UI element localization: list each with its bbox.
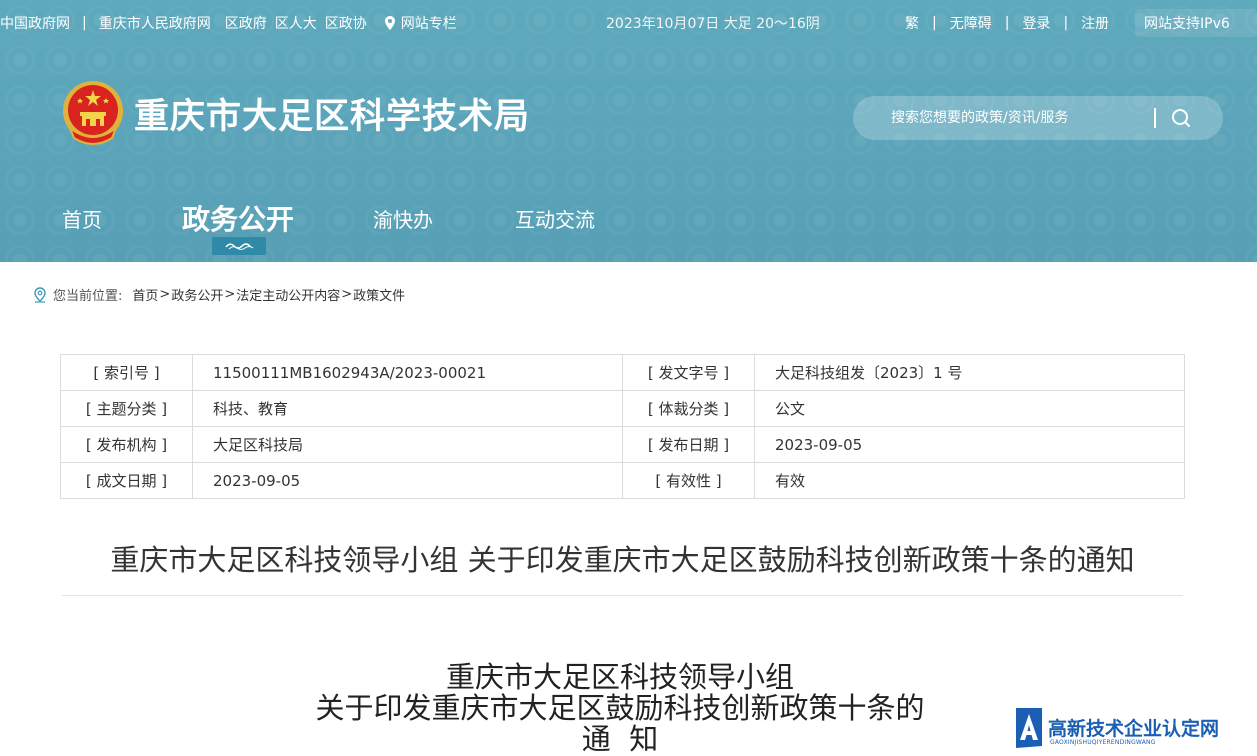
nav-item-government-affairs[interactable]: 政务公开 [182,198,294,238]
separator: | [1004,15,1010,31]
breadcrumb-label: 您当前位置: [53,289,123,304]
info-value: 科技、教育 [192,390,623,427]
document-title: 重庆市大足区科技领导小组 关于印发重庆市大足区鼓励科技创新政策十条的通知 [110,543,1135,577]
special-column-label: 网站专栏 [400,16,457,32]
info-value: 大足区科技局 [192,426,623,463]
table-row: [ 发布机构 ] 大足区科技局 [ 发布日期 ] 2023-09-05 [60,426,1185,463]
info-value: 大足科技组发〔2023〕1 号 [754,354,1185,391]
main-nav: 首页 政务公开 渝快办 互动交流 [0,196,1257,262]
info-key: [ 主题分类 ] [60,390,193,427]
breadcrumb-government-affairs[interactable]: 政务公开 [171,285,223,304]
wave-icon [225,243,254,250]
watermark: 高新技术企业认定网 GAOXINJISHUQIYERENDINGWANG [1010,702,1257,754]
traditional-chinese-link[interactable]: 繁 [905,13,919,33]
body-title-line-3: 通 知 [581,722,659,756]
nav-item-yukuaiban[interactable]: 渝快办 [373,204,433,233]
info-key: [ 有效性 ] [622,462,755,499]
ipv6-badge: 网站支持IPv6 [1135,9,1257,37]
breadcrumb-separator: > [341,287,353,302]
location-pin-icon [384,16,395,30]
breadcrumb-home[interactable]: 首页 [132,285,158,304]
search-box [853,96,1223,140]
breadcrumb-separator: > [224,287,236,302]
search-divider [1154,108,1156,128]
body-title-line-2: 关于印发重庆市大足区鼓励科技创新政策十条的 [315,691,925,725]
table-row: [ 成文日期 ] 2023-09-05 [ 有效性 ] 有效 [60,462,1185,499]
info-value: 2023-09-05 [192,462,623,499]
separator: | [82,15,87,31]
info-value: 11500111MB1602943A/2023-00021 [192,354,623,391]
link-district-congress[interactable]: 区人大 [275,13,317,33]
breadcrumb-statutory-disclosure[interactable]: 法定主动公开内容 [236,285,340,304]
info-key: [ 成文日期 ] [60,462,193,499]
watermark-subtext: GAOXINJISHUQIYERENDINGWANG [1050,739,1156,746]
document-info-table: [ 索引号 ] 11500111MB1602943A/2023-00021 [ … [60,354,1185,499]
title-divider [62,595,1183,596]
search-icon[interactable] [1169,106,1193,130]
breadcrumb-separator: > [159,287,171,302]
info-value: 2023-09-05 [754,426,1185,463]
info-key: [ 索引号 ] [60,354,193,391]
info-value: 公文 [754,390,1185,427]
info-key: [ 发布日期 ] [622,426,755,463]
info-value: 有效 [754,462,1185,499]
breadcrumb-policy-documents[interactable]: 政策文件 [353,285,405,304]
date-weather: 2023年10月07日 大足 20～16阴 [606,16,820,32]
nav-item-interaction[interactable]: 互动交流 [515,204,595,233]
breadcrumb: 您当前位置: 首页 > 政务公开 > 法定主动公开内容 > 政策文件 [33,285,405,304]
info-key: [ 体裁分类 ] [622,390,755,427]
info-key: [ 发布机构 ] [60,426,193,463]
top-right-links: 繁 | 无障碍 | 登录 | 注册 [905,13,1109,33]
register-link[interactable]: 注册 [1081,13,1109,33]
info-key: [ 发文字号 ] [622,354,755,391]
login-link[interactable]: 登录 [1022,13,1050,33]
nav-active-indicator [212,237,266,255]
link-cq-gov[interactable]: 重庆市人民政府网 [99,13,211,33]
site-header: 中国政府网 | 重庆市人民政府网 区政府 区人大 区政协 网站专栏 2023年1… [0,0,1257,262]
accessibility-link[interactable]: 无障碍 [950,13,992,33]
national-emblem-icon [63,81,123,145]
link-district-gov[interactable]: 区政府 [225,13,267,33]
body-title-line-1: 重庆市大足区科技领导小组 [445,660,794,694]
location-icon [34,286,46,303]
top-bar: 中国政府网 | 重庆市人民政府网 区政府 区人大 区政协 网站专栏 2023年1… [0,0,1257,46]
special-column-link[interactable]: 网站专栏 [384,13,457,33]
link-gov-cn[interactable]: 中国政府网 [0,13,70,33]
watermark-text: 高新技术企业认定网 [1048,718,1220,740]
nav-item-home[interactable]: 首页 [62,204,102,233]
search-input[interactable] [891,96,1141,140]
table-row: [ 索引号 ] 11500111MB1602943A/2023-00021 [ … [60,354,1185,391]
table-row: [ 主题分类 ] 科技、教育 [ 体裁分类 ] 公文 [60,390,1185,427]
separator: | [932,15,937,31]
top-links: 中国政府网 | 重庆市人民政府网 区政府 区人大 区政协 网站专栏 [0,13,457,33]
site-title[interactable]: 重庆市大足区科学技术局 [134,88,530,139]
separator: | [1063,15,1069,31]
watermark-logo-icon [1016,708,1042,748]
link-district-cppcc[interactable]: 区政协 [325,13,367,33]
